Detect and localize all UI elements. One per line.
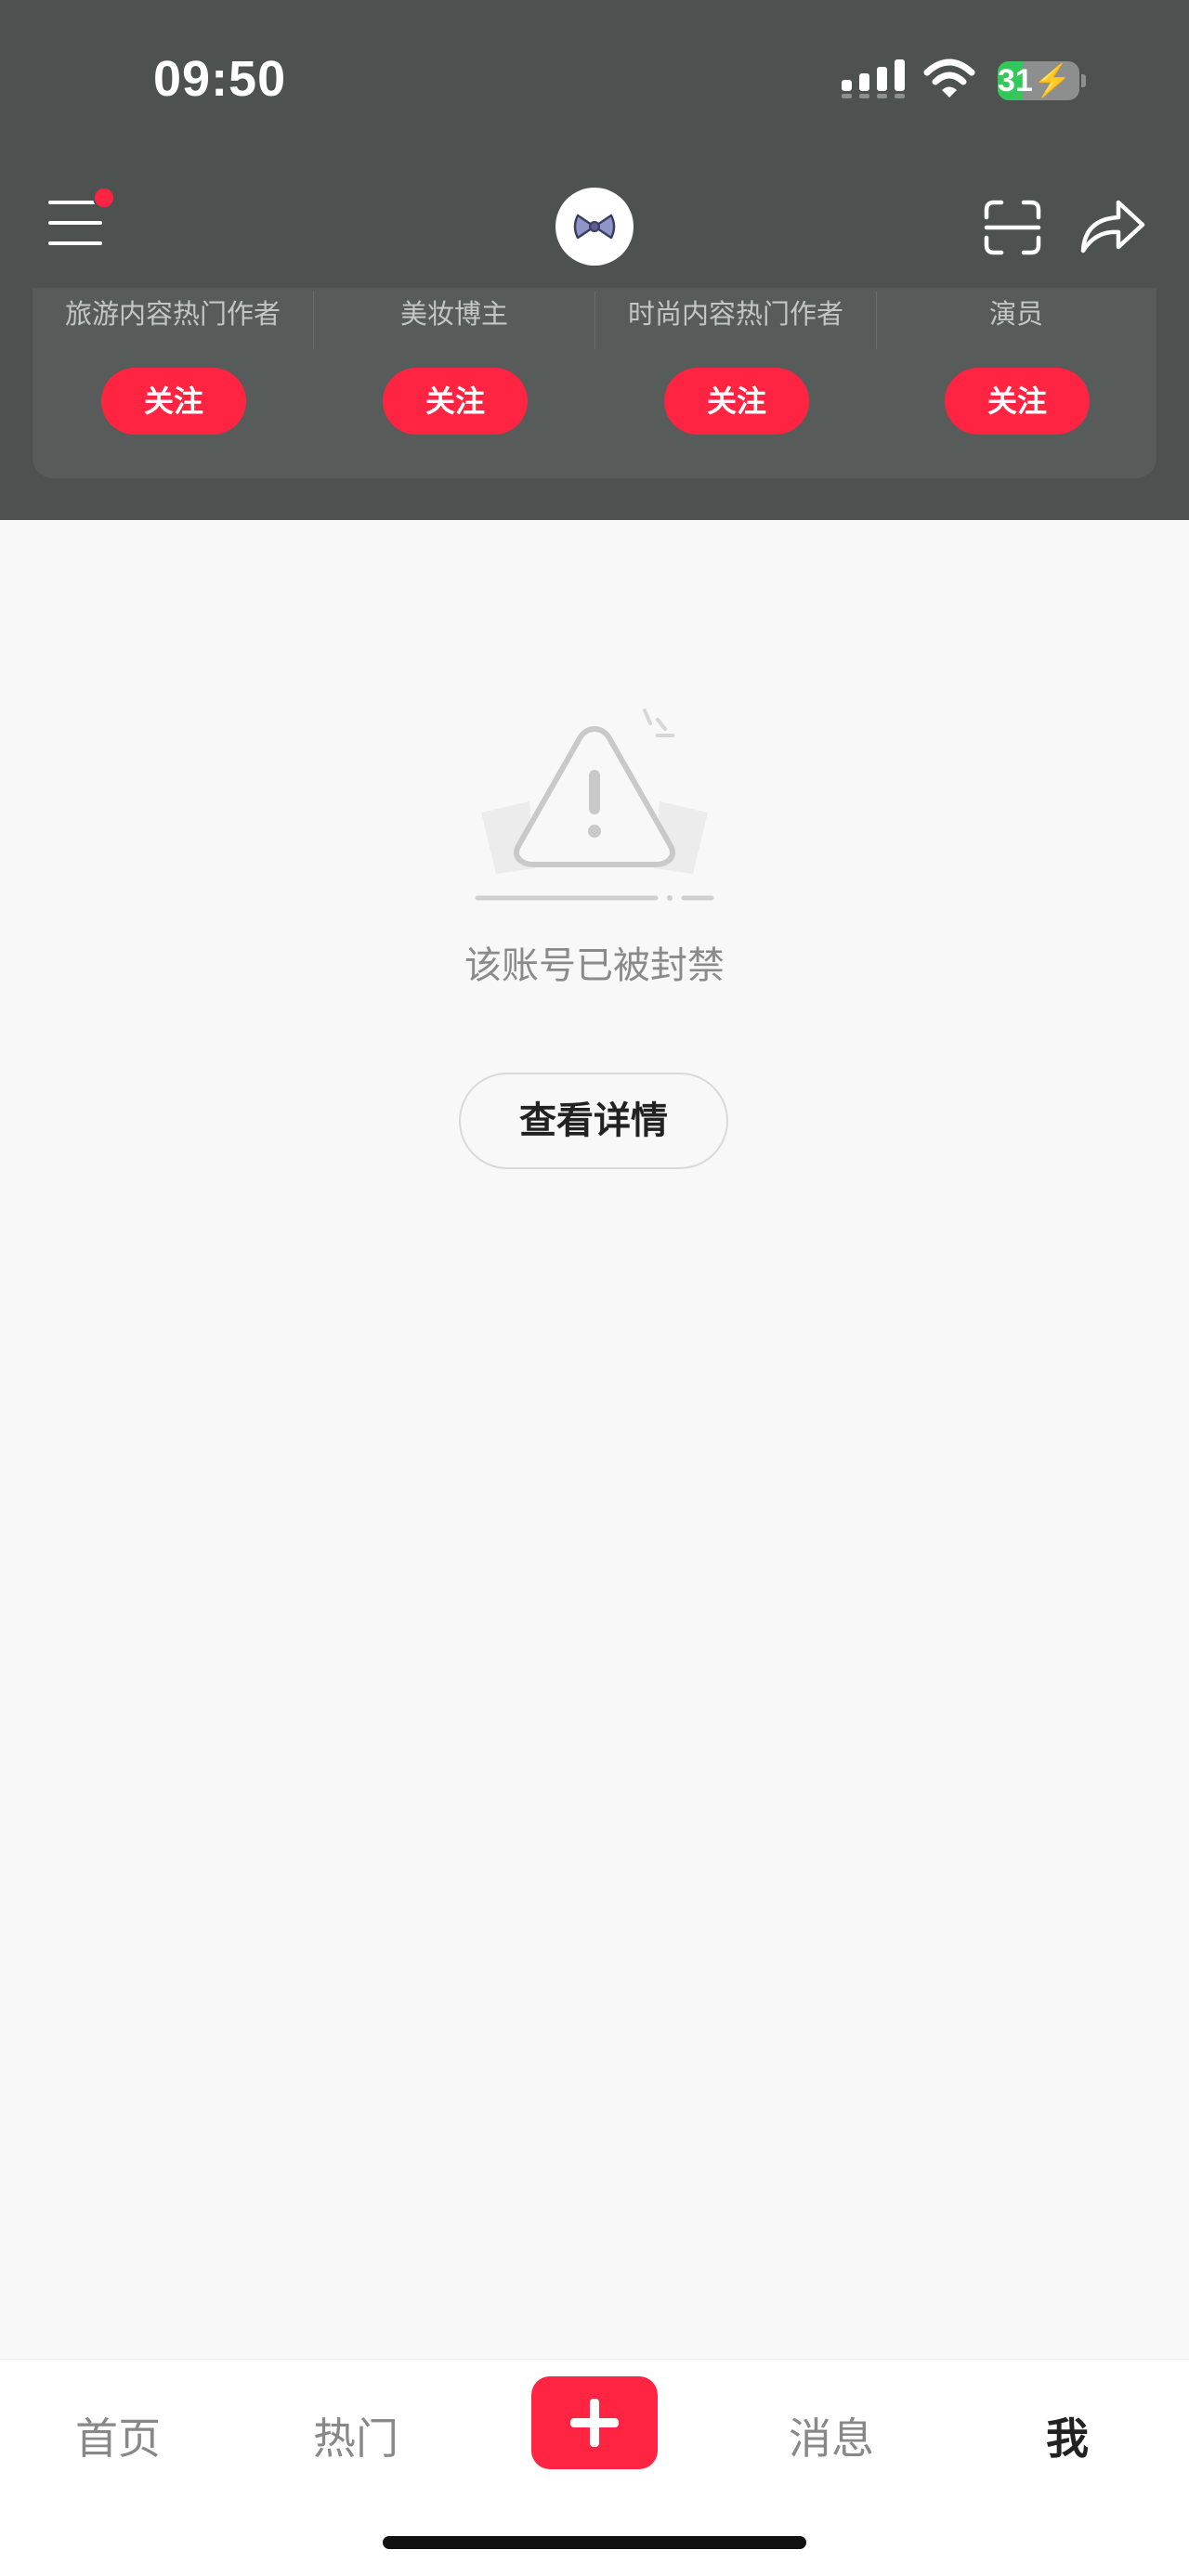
recommended-user: 演员 关注	[876, 288, 1156, 478]
tab-me[interactable]: 我	[1027, 2387, 1107, 2490]
recommended-user: 旅游内容热门作者 关注	[33, 288, 313, 478]
recommended-user-label: 美妆博主	[399, 298, 508, 330]
bow-avatar-icon	[573, 214, 616, 240]
recommended-user: 时尚内容热门作者 关注	[595, 288, 876, 478]
status-time: 09:50	[153, 51, 287, 107]
wifi-icon	[923, 59, 975, 98]
tab-trending[interactable]: 热门	[295, 2387, 416, 2490]
follow-button[interactable]: 关注	[383, 368, 528, 435]
battery-level: 31⚡	[998, 63, 1073, 98]
scan-icon[interactable]	[983, 199, 1042, 256]
recommended-users-strip: 旅游内容热门作者 关注 美妆博主 关注 时尚内容热门作者 关注 演员 关注	[33, 288, 1156, 478]
notification-dot	[93, 187, 115, 209]
tab-home[interactable]: 首页	[58, 2387, 178, 2490]
battery-icon: 31⚡	[998, 61, 1079, 100]
warning-triangle-icon	[475, 709, 714, 901]
tab-messages[interactable]: 消息	[771, 2387, 892, 2490]
battery-nub	[1081, 74, 1086, 87]
banned-message: 该账号已被封禁	[464, 944, 725, 987]
profile-header: 09:50 31⚡ 旅游内容热门作者 关注 美妆博主 关注 时尚内容热门作者 关…	[0, 0, 1189, 520]
avatar[interactable]	[555, 188, 634, 266]
menu-button[interactable]	[48, 199, 104, 251]
charging-bolt-icon: ⚡	[1032, 63, 1073, 98]
view-details-button[interactable]: 查看详情	[459, 1073, 728, 1169]
cellular-signal-icon	[842, 59, 905, 98]
recommended-user-label: 时尚内容热门作者	[627, 298, 843, 330]
share-arrow-icon[interactable]	[1078, 195, 1146, 256]
follow-button[interactable]: 关注	[945, 368, 1090, 435]
home-indicator	[383, 2536, 806, 2549]
recommended-user: 美妆博主 关注	[314, 288, 594, 478]
follow-button[interactable]: 关注	[101, 368, 246, 435]
follow-button[interactable]: 关注	[664, 368, 809, 435]
create-post-button[interactable]	[531, 2376, 658, 2469]
recommended-user-label: 演员	[988, 298, 1043, 330]
recommended-user-label: 旅游内容热门作者	[64, 298, 281, 330]
profile-page: 09:50 31⚡ 旅游内容热门作者 关注 美妆博主 关注 时尚内容热门作者 关…	[0, 0, 1189, 2576]
